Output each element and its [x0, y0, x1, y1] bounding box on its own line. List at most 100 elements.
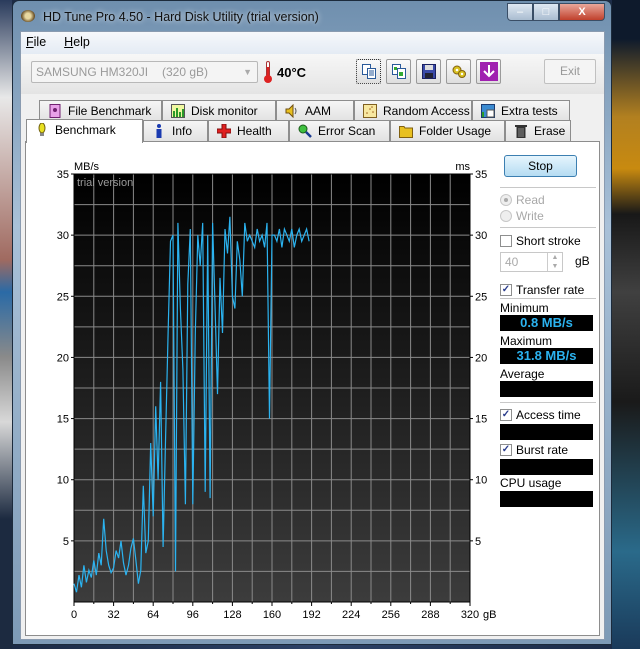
temperature-readout: 40°C [277, 65, 307, 80]
burst-rate-checkbox[interactable]: ✓ Burst rate [500, 443, 568, 457]
x-tick-label: 192 [302, 609, 320, 621]
y-tick-label-right: 10 [475, 475, 487, 487]
client-area: File Help SAMSUNG HM320JI (320 gB) ▼ 40°… [20, 31, 605, 640]
save-button[interactable] [416, 59, 441, 84]
y-tick-label: 5 [63, 536, 69, 548]
info-icon [156, 124, 162, 138]
desktop-background-left [0, 0, 12, 649]
radio-checked-icon [500, 194, 512, 206]
average-value [500, 381, 593, 397]
x-axis-label: gB [483, 609, 496, 621]
window-title: HD Tune Pro 4.50 - Hard Disk Utility (tr… [43, 10, 319, 24]
tab-error-scan[interactable]: Error Scan [289, 120, 390, 141]
y-tick-label: 25 [57, 291, 69, 303]
menu-help[interactable]: Help [64, 32, 98, 54]
download-button[interactable] [476, 59, 501, 84]
benchmark-panel: 5 5 10 10 15 15 20 20 25 25 30 30 35 35 0 32 64 96 128 160 1… [25, 141, 600, 636]
options-icon [452, 65, 466, 78]
chevron-down-icon: ▼ [243, 67, 252, 77]
tab-benchmark[interactable]: Benchmark [26, 119, 143, 143]
spinner-arrows-icon[interactable]: ▲ ▼ [547, 253, 562, 271]
x-tick-label: 160 [263, 609, 281, 621]
close-icon: X [578, 6, 586, 18]
divider [500, 187, 596, 188]
y-tick-label-right: 25 [475, 291, 487, 303]
checkmark-icon: ✓ [500, 444, 512, 456]
benchmark-icon [38, 123, 46, 136]
trash-icon [515, 125, 527, 138]
options-button[interactable] [446, 59, 471, 84]
y-tick-label-right: 30 [475, 230, 487, 242]
disk-monitor-icon [171, 104, 185, 118]
tab-erase[interactable]: Erase [505, 120, 571, 141]
cpu-usage-label: CPU usage [500, 476, 562, 490]
transfer-rate-checkbox[interactable]: ✓ Transfer rate [500, 283, 584, 297]
x-tick-label: 96 [187, 609, 199, 621]
exit-button[interactable]: Exit [544, 59, 596, 84]
copy-screenshot-button[interactable] [386, 59, 411, 84]
close-button[interactable]: X [559, 3, 605, 21]
download-icon [480, 62, 498, 81]
minimize-icon: – [516, 6, 524, 18]
read-radio[interactable]: Read [500, 193, 545, 207]
tab-file-benchmark[interactable]: File Benchmark [39, 100, 162, 121]
average-label: Average [500, 367, 545, 381]
thermometer-icon [264, 61, 272, 83]
drive-select[interactable]: SAMSUNG HM320JI (320 gB) ▼ [31, 61, 258, 83]
menu-file[interactable]: File [26, 32, 54, 54]
minimum-value: 0.8 MB/s [500, 315, 593, 331]
y-tick-label-right: 35 [475, 169, 487, 181]
tab-random-access[interactable]: Random Access [354, 100, 472, 121]
x-tick-label: 288 [421, 609, 439, 621]
short-stroke-checkbox[interactable]: Short stroke [500, 234, 581, 248]
maximize-button[interactable]: □ [533, 3, 559, 21]
x-tick-label: 320 [461, 609, 479, 621]
y-tick-label-right: 5 [475, 536, 481, 548]
divider [500, 402, 596, 403]
chart-svg: 5 5 10 10 15 15 20 20 25 25 30 30 35 35 0 32 64 96 128 160 1… [57, 161, 497, 621]
tab-strip: File Benchmark Disk monitor AAM Random A… [21, 100, 604, 143]
transfer-chart: 5 5 10 10 15 15 20 20 25 25 30 30 35 35 0 32 64 96 128 160 1… [26, 142, 497, 637]
x-tick-label: 0 [71, 609, 77, 621]
tab-extra-tests[interactable]: Extra tests [472, 100, 570, 121]
divider [500, 227, 596, 228]
tab-folder-usage[interactable]: Folder Usage [390, 120, 505, 141]
extra-tests-icon [481, 104, 495, 118]
y-axis-label: MB/s [74, 161, 100, 173]
menu-bar: File Help [21, 32, 604, 54]
x-tick-label: 256 [382, 609, 400, 621]
radio-unchecked-icon [500, 210, 512, 222]
error-scan-icon [298, 124, 312, 138]
toolbar: SAMSUNG HM320JI (320 gB) ▼ 40°C Exit [21, 54, 604, 94]
write-radio[interactable]: Write [500, 209, 544, 223]
y-tick-label-right: 15 [475, 414, 487, 426]
stop-button[interactable]: Stop [504, 155, 577, 177]
divider [500, 298, 596, 299]
title-bar[interactable]: HD Tune Pro 4.50 - Hard Disk Utility (tr… [13, 1, 611, 31]
tab-info[interactable]: Info [143, 120, 208, 141]
checkmark-icon: ✓ [500, 284, 512, 296]
y-tick-label-right: 20 [475, 352, 487, 364]
copy-text-button[interactable] [356, 59, 381, 84]
drive-name: SAMSUNG HM320JI [36, 65, 149, 79]
minimize-button[interactable]: – [507, 3, 533, 21]
y-axis-label-right: ms [455, 161, 470, 173]
short-stroke-size-input[interactable]: 40 ▲ ▼ [500, 252, 563, 272]
tab-aam[interactable]: AAM [276, 100, 354, 121]
y-tick-label: 10 [57, 475, 69, 487]
maximum-label: Maximum [500, 334, 553, 348]
x-tick-label: 64 [147, 609, 159, 621]
trial-watermark: trial version [77, 177, 133, 189]
health-icon [217, 124, 231, 138]
tab-health[interactable]: Health [208, 120, 289, 141]
minimum-label: Minimum [500, 301, 549, 315]
file-benchmark-icon [49, 104, 61, 118]
x-tick-label: 128 [223, 609, 241, 621]
tab-disk-monitor[interactable]: Disk monitor [162, 100, 276, 121]
checkbox-unchecked-icon [500, 235, 512, 247]
access-time-checkbox[interactable]: ✓ Access time [500, 408, 581, 422]
speaker-icon [285, 104, 297, 118]
access-time-value [500, 424, 593, 440]
y-tick-label: 15 [57, 414, 69, 426]
y-tick-label: 35 [57, 169, 69, 181]
